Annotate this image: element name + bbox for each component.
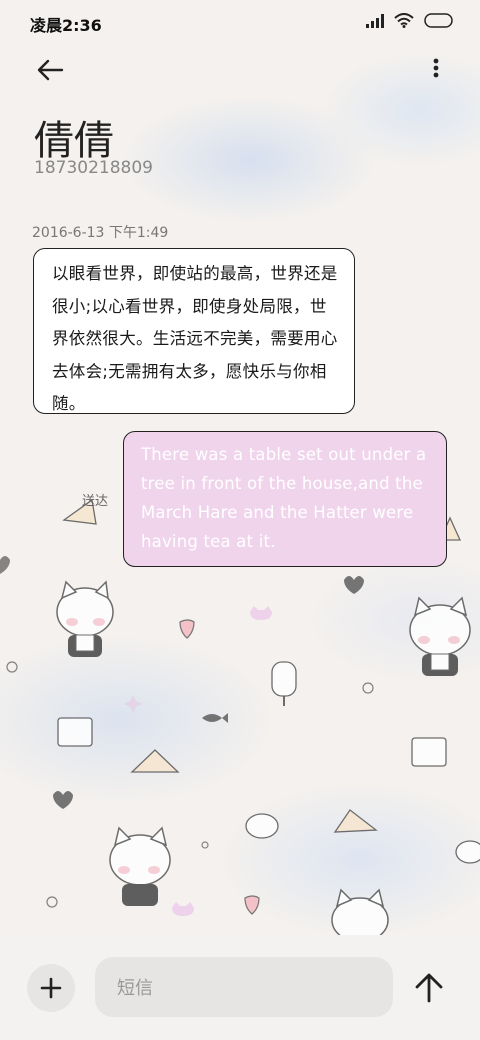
arrow-left-icon[interactable] <box>34 54 66 86</box>
cat-doodle <box>409 596 471 676</box>
sent-status-label: 送达 <box>82 494 109 509</box>
status-bar: 凌晨2:36 <box>0 0 480 44</box>
contact-number: 18730218809 <box>34 158 153 178</box>
heart-doodle <box>53 791 73 809</box>
battery-icon <box>424 13 453 28</box>
incoming-message-bubble[interactable]: 以眼看世界，即使站的最高，世界还是很小;以心看世界，即使身处局限，世界依然很大。… <box>33 248 355 414</box>
status-icons <box>366 13 454 28</box>
teapot-doodle <box>245 813 480 864</box>
cat-doodle <box>56 580 114 657</box>
sms-input[interactable]: 短信 <box>95 957 393 1017</box>
cat-doodle <box>109 826 171 906</box>
heart-doodle <box>0 556 10 574</box>
more-vertical-icon[interactable] <box>426 54 446 86</box>
fish-doodle <box>202 713 228 723</box>
cat-face-doodle <box>172 606 272 916</box>
top-bar <box>0 48 480 92</box>
strawberry-doodle <box>179 619 260 915</box>
milk-carton-doodle <box>57 717 447 767</box>
outgoing-message-bubble[interactable]: There was a table set out under a tree i… <box>123 431 447 567</box>
popsicle-doodle <box>271 661 297 706</box>
arrow-up-icon[interactable] <box>410 968 448 1006</box>
cat-doodle <box>331 888 389 940</box>
signal-icon <box>366 13 384 28</box>
status-time: 凌晨2:36 <box>30 16 102 35</box>
sparkle-doodle <box>6 661 374 908</box>
add-attachment-button[interactable] <box>27 964 75 1012</box>
heart-doodle <box>344 576 364 594</box>
message-timestamp: 2016-6-13 下午1:49 <box>32 225 169 241</box>
sms-input-placeholder: 短信 <box>117 978 153 999</box>
plus-icon <box>40 977 62 999</box>
wifi-icon <box>394 13 414 28</box>
